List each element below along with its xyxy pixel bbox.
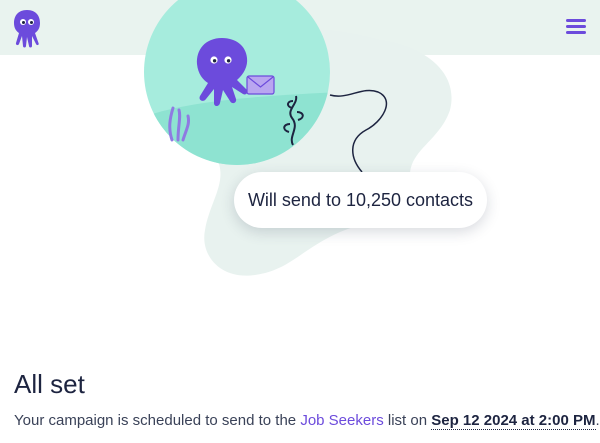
list-link[interactable]: Job Seekers [300, 412, 383, 429]
summary-prefix: Your campaign is scheduled to send to th… [14, 412, 301, 429]
campaign-confirmation-page: Will send to 10,250 contacts All set You… [0, 0, 600, 443]
summary-middle: list on [383, 412, 432, 429]
schedule-summary: Your campaign is scheduled to send to th… [14, 412, 600, 430]
summary-suffix: . [595, 412, 600, 429]
octopus-fishbowl-illustration [144, 0, 452, 276]
recipient-count-label: Will send to 10,250 contacts [234, 172, 487, 228]
page-title: All set [14, 369, 85, 399]
envelope-icon [246, 75, 275, 95]
scheduled-datetime[interactable]: Sep 12 2024 at 2:00 PM [431, 412, 596, 430]
